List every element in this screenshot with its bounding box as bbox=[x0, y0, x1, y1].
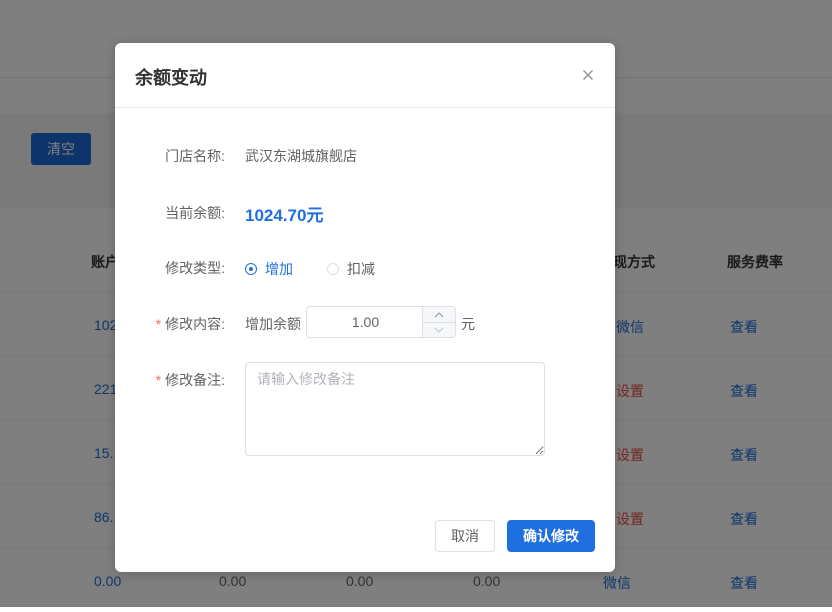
current-balance-label: 当前余额: bbox=[165, 205, 225, 221]
radio-checked-icon bbox=[245, 263, 257, 275]
modify-note-label-text: 修改备注: bbox=[165, 372, 225, 388]
current-balance-value: 1024.70元 bbox=[245, 206, 324, 225]
radio-increase-label: 增加 bbox=[265, 261, 293, 277]
radio-decrease-label: 扣减 bbox=[347, 261, 375, 277]
chevron-up-icon bbox=[434, 311, 444, 317]
modify-note-row: * 修改备注: bbox=[115, 362, 615, 456]
amount-stepper bbox=[306, 306, 456, 338]
required-mark: * bbox=[155, 316, 162, 332]
radio-decrease[interactable]: 扣减 bbox=[327, 259, 375, 279]
close-icon[interactable] bbox=[577, 64, 599, 86]
content-prefix: 增加余额 bbox=[245, 316, 301, 332]
cancel-button[interactable]: 取消 bbox=[435, 520, 495, 552]
radio-unchecked-icon bbox=[327, 263, 339, 275]
modify-content-label: * 修改内容: bbox=[156, 314, 225, 334]
confirm-button[interactable]: 确认修改 bbox=[507, 520, 595, 552]
radio-increase[interactable]: 增加 bbox=[245, 259, 293, 279]
chevron-down-icon bbox=[434, 327, 444, 333]
balance-change-dialog: 余额变动 门店名称: 武汉东湖城旗舰店 当前余额: 1024.70元 修改类型:… bbox=[115, 43, 615, 572]
decrease-button[interactable] bbox=[423, 322, 455, 337]
amount-unit: 元 bbox=[461, 316, 475, 332]
stepper-buttons bbox=[422, 307, 455, 337]
store-name-value: 武汉东湖城旗舰店 bbox=[245, 148, 357, 164]
modify-content-label-text: 修改内容: bbox=[165, 316, 225, 332]
dialog-title: 余额变动 bbox=[135, 68, 207, 88]
dialog-header: 余额变动 bbox=[115, 43, 615, 108]
increase-button[interactable] bbox=[423, 307, 455, 323]
modify-content-row: *修改内容: 增加余额 元 bbox=[115, 306, 615, 338]
note-textarea[interactable] bbox=[245, 362, 545, 456]
modify-type-label: 修改类型: bbox=[165, 260, 225, 276]
store-name-label: 门店名称: bbox=[165, 148, 225, 164]
modify-note-label: * 修改备注: bbox=[156, 370, 225, 390]
amount-input[interactable] bbox=[307, 307, 424, 337]
required-mark: * bbox=[155, 372, 162, 388]
